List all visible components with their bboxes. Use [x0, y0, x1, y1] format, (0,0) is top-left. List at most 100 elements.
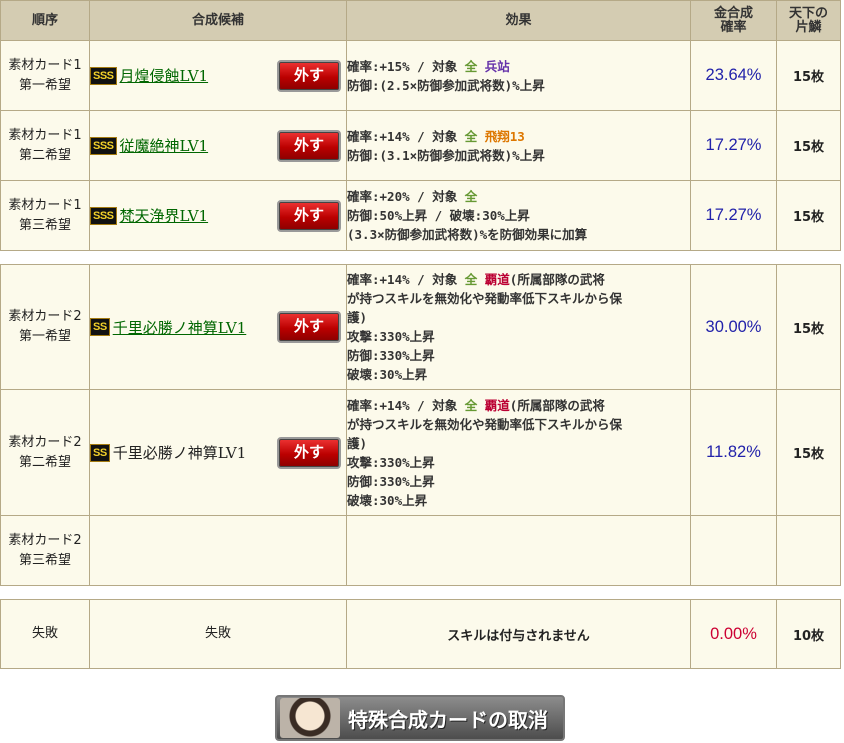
skill-link[interactable]: 従魔絶神LV1: [120, 135, 209, 156]
order-cell: 素材カード1 第二希望: [0, 110, 90, 181]
skill-name: 千里必勝ノ神算LV1: [112, 444, 247, 462]
candidate-cell: SS 千里必勝ノ神算LV1 外す: [89, 264, 347, 390]
remove-button[interactable]: 外す: [277, 436, 341, 469]
effect-line3: 護): [347, 435, 368, 451]
effect-cell-empty: [346, 515, 691, 586]
rank-badge: SS: [90, 443, 110, 462]
effect-line5: 防御:330%上昇: [347, 473, 435, 489]
header-row: 順序 合成候補 効果 金合成 確率 天下の 片鱗: [0, 0, 841, 41]
candidate-cell: SSS 月煌侵蝕LV1 外す: [89, 40, 347, 111]
effect-line2: が持つスキルを無効化や発動率低下スキルから保: [347, 291, 623, 306]
header-candidate: 合成候補: [89, 0, 347, 41]
cancel-special-fusion-button[interactable]: 特殊合成カードの取消: [275, 695, 565, 741]
rate-cell: 23.64%: [690, 40, 777, 111]
remove-button[interactable]: 外す: [277, 129, 341, 162]
header-scale: 天下の 片鱗: [776, 0, 841, 41]
effect-cell: 確率:+14% / 対象 全 飛翔13 防御:(3.1×防御参加武将数)%上昇: [346, 110, 691, 181]
rate-cell: 11.82%: [690, 389, 777, 516]
target-all: 全: [464, 272, 478, 287]
header-rate-line2: 確率: [720, 19, 747, 35]
rate-cell: 17.27%: [690, 110, 777, 181]
count-cell: 15枚: [776, 389, 841, 516]
effect-line4: 攻撃:330%上昇: [347, 329, 435, 344]
rank-badge: SSS: [90, 136, 117, 155]
count-cell: 15枚: [776, 110, 841, 181]
skill-link[interactable]: 梵天浄界LV1: [120, 205, 209, 226]
order-line1: 素材カード1: [8, 197, 82, 213]
header-scale-line2: 片鱗: [795, 19, 822, 35]
count-cell: 15枚: [776, 264, 841, 390]
order-line1: 素材カード1: [8, 57, 82, 73]
candidate-cell: SSS 従魔絶神LV1 外す: [89, 110, 347, 181]
effect-line2: 防御:50%上昇 / 破壊:30%上昇: [347, 208, 530, 223]
skill-link[interactable]: 月煌侵蝕LV1: [120, 65, 209, 86]
candidate-cell: SS 千里必勝ノ神算LV1 外す: [89, 389, 347, 516]
failure-row: 失敗 失敗 スキルは付与されません 0.00% 10枚: [0, 599, 841, 669]
effect-line1: 確率:+14% / 対象: [347, 397, 465, 413]
header-order: 順序: [0, 0, 90, 41]
target-all: 全: [464, 58, 478, 74]
table-row: 素材カード2 第一希望 SS 千里必勝ノ神算LV1 外す 確率:+14% / 対象…: [0, 264, 841, 390]
header-rate: 金合成 確率: [690, 0, 777, 41]
effect-cell: 確率:+15% / 対象 全 兵站 防御:(2.5×防御参加武将数)%上昇: [346, 40, 691, 111]
effect-line5: 防御:330%上昇: [347, 348, 435, 363]
effect-line2: が持つスキルを無効化や発動率低下スキルから保: [347, 416, 623, 432]
candidate-cell: SSS 梵天浄界LV1 外す: [89, 180, 347, 251]
count-cell: 15枚: [776, 40, 841, 111]
table-row: 素材カード1 第三希望 SSS 梵天浄界LV1 外す 確率:+20% / 対象 全…: [0, 180, 841, 251]
fail-effect-cell: スキルは付与されません: [346, 599, 691, 669]
rate-cell-empty: [690, 515, 777, 586]
fusion-table-failure: 失敗 失敗 スキルは付与されません 0.00% 10枚: [0, 599, 841, 669]
count-cell: 15枚: [776, 180, 841, 251]
order-line2: 第一希望: [18, 77, 71, 93]
fail-order-cell: 失敗: [0, 599, 90, 669]
effect-line1-tail: (所属部隊の武将: [509, 272, 605, 287]
order-cell: 素材カード2 第三希望: [0, 515, 90, 586]
remove-button[interactable]: 外す: [277, 311, 341, 343]
table-row: 素材カード2 第三希望: [0, 515, 841, 586]
remove-button[interactable]: 外す: [277, 199, 341, 232]
rate-cell: 30.00%: [690, 264, 777, 390]
order-line1: 素材カード2: [8, 434, 82, 450]
order-line2: 第一希望: [18, 329, 71, 344]
target-type: 兵站: [484, 58, 510, 74]
skill-link[interactable]: 千里必勝ノ神算LV1: [113, 317, 247, 338]
fail-count-cell: 10枚: [776, 599, 841, 669]
table-row: 素材カード1 第二希望 SSS 従魔絶神LV1 外す 確率:+14% / 対象 全…: [0, 110, 841, 181]
effect-cell: 確率:+20% / 対象 全 防御:50%上昇 / 破壊:30%上昇 (3.3×…: [346, 180, 691, 251]
rank-badge: SSS: [90, 66, 117, 85]
order-line2: 第三希望: [18, 217, 71, 233]
effect-line6: 破壊:30%上昇: [347, 492, 428, 508]
order-line2: 第二希望: [18, 147, 71, 163]
fail-candidate-cell: 失敗: [89, 599, 347, 669]
effect-line1: 確率:+14% / 対象: [347, 128, 465, 144]
target-type: 飛翔13: [484, 128, 525, 144]
fail-rate-cell: 0.00%: [690, 599, 777, 669]
remove-button[interactable]: 外す: [277, 59, 341, 92]
effect-line3: 護): [347, 310, 368, 325]
effect-line4: 攻撃:330%上昇: [347, 454, 435, 470]
effect-line1: 確率:+15% / 対象: [347, 58, 465, 74]
count-cell-empty: [776, 515, 841, 586]
order-cell: 素材カード1 第三希望: [0, 180, 90, 251]
candidate-cell-empty: [89, 515, 347, 586]
fusion-table-material1: 順序 合成候補 効果 金合成 確率 天下の 片鱗 素材カード1 第一希望 SSS 月煌…: [0, 0, 841, 251]
effect-cell: 確率:+14% / 対象 全 覇道(所属部隊の武将 が持つスキルを無効化や発動率…: [346, 389, 691, 516]
effect-line1: 確率:+14% / 対象: [347, 272, 465, 287]
rank-badge: SS: [90, 318, 110, 336]
effect-line3: (3.3×防御参加武将数)%を防御効果に加算: [347, 227, 588, 242]
target-type: 覇道: [484, 272, 510, 287]
order-cell: 素材カード1 第一希望: [0, 40, 90, 111]
order-line1: 素材カード2: [8, 309, 82, 324]
target-all: 全: [464, 189, 478, 204]
table-row: 素材カード1 第一希望 SSS 月煌侵蝕LV1 外す 確率:+15% / 対象 全…: [0, 40, 841, 111]
effect-line1: 確率:+20% / 対象: [347, 189, 465, 204]
effect-line2: 防御:(3.1×防御参加武将数)%上昇: [347, 147, 545, 163]
table-row: 素材カード2 第二希望 SS 千里必勝ノ神算LV1 外す 確率:+14% / 対象…: [0, 389, 841, 516]
fusion-table-material2: 素材カード2 第一希望 SS 千里必勝ノ神算LV1 外す 確率:+14% / 対象…: [0, 264, 841, 586]
order-line2: 第三希望: [18, 552, 71, 568]
header-rate-line1: 金合成: [713, 5, 753, 21]
effect-cell: 確率:+14% / 対象 全 覇道(所属部隊の武将 が持つスキルを無効化や発動率…: [346, 264, 691, 390]
order-cell: 素材カード2 第一希望: [0, 264, 90, 390]
order-line1: 素材カード1: [8, 127, 82, 143]
